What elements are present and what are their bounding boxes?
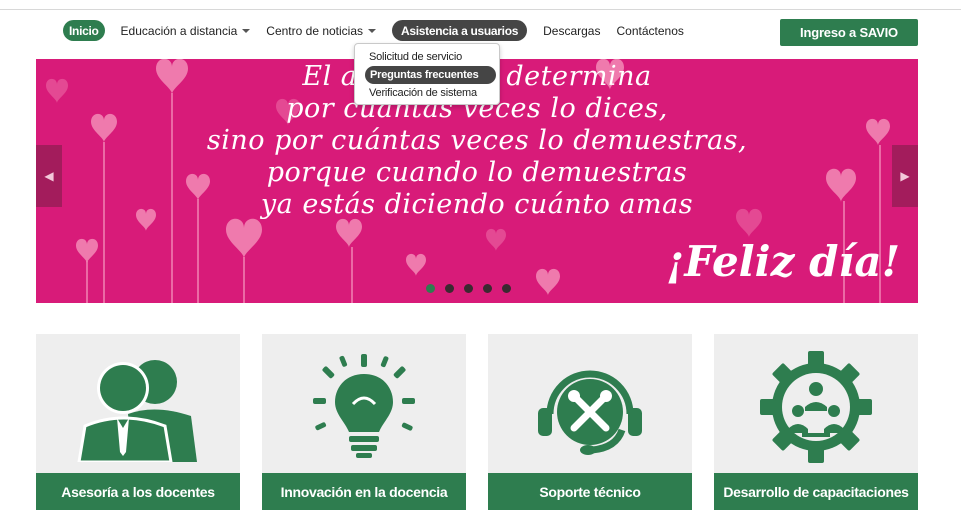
chevron-right-icon: ▶ — [900, 169, 910, 183]
teachers-icon — [36, 344, 240, 469]
training-gear-icon — [714, 344, 918, 469]
carousel-next-button[interactable]: ▶ — [892, 145, 918, 207]
caret-down-icon — [242, 29, 251, 33]
banner-greeting: ¡Feliz día! — [666, 237, 901, 286]
nav-educacion[interactable]: Educación a distancia — [121, 20, 251, 41]
card-innovacion[interactable]: Innovación en la docencia — [262, 334, 466, 510]
chevron-left-icon: ◀ — [44, 169, 54, 183]
quote-line: porque cuando lo demuestras — [266, 157, 688, 188]
carousel-dot[interactable] — [502, 284, 511, 293]
dropdown-item-preguntas[interactable]: Preguntas frecuentes — [365, 66, 496, 84]
nav-inicio-label: Inicio — [69, 23, 99, 38]
nav-descargas[interactable]: Descargas — [543, 20, 600, 41]
nav-inicio[interactable]: Inicio — [63, 20, 105, 41]
card-label: Desarrollo de capacitaciones — [714, 473, 918, 510]
nav-noticias[interactable]: Centro de noticias — [266, 20, 377, 41]
card-capacitaciones[interactable]: Desarrollo de capacitaciones — [714, 334, 918, 510]
nav-educacion-label: Educación a distancia — [120, 23, 238, 38]
nav-noticias-label: Centro de noticias — [266, 23, 364, 38]
top-divider — [0, 9, 961, 10]
nav-descargas-label: Descargas — [543, 23, 601, 38]
main-nav: Inicio Educación a distancia Centro de n… — [63, 20, 700, 41]
carousel-dot[interactable] — [445, 284, 454, 293]
carousel-indicators — [426, 284, 521, 293]
card-soporte[interactable]: Soporte técnico — [488, 334, 692, 510]
dropdown-item-solicitud[interactable]: Solicitud de servicio — [355, 48, 499, 66]
savio-login-button[interactable]: Ingreso a SAVIO — [780, 19, 918, 46]
card-asesoria[interactable]: Asesoría a los docentes — [36, 334, 240, 510]
nav-asistencia[interactable]: Asistencia a usuarios — [392, 20, 528, 41]
carousel-prev-button[interactable]: ◀ — [36, 145, 62, 207]
lightbulb-icon — [262, 344, 466, 469]
nav-contactenos-label: Contáctenos — [616, 23, 684, 38]
caret-down-icon — [368, 29, 377, 33]
nav-contactenos[interactable]: Contáctenos — [616, 20, 683, 41]
quote-line: sino por cuántas veces lo demuestras, — [206, 125, 748, 156]
carousel-dot[interactable] — [464, 284, 473, 293]
card-label: Soporte técnico — [488, 473, 692, 510]
tools-headset-icon — [488, 344, 692, 469]
card-label: Innovación en la docencia — [262, 473, 466, 510]
nav-asistencia-label: Asistencia a usuarios — [401, 23, 519, 38]
carousel-dot[interactable] — [426, 284, 435, 293]
dropdown-item-verificacion[interactable]: Verificación de sistema — [355, 84, 499, 102]
asistencia-dropdown-menu: Solicitud de servicio Preguntas frecuent… — [354, 43, 500, 105]
card-label: Asesoría a los docentes — [36, 473, 240, 510]
quote-line: ya estás diciendo cuánto amas — [260, 189, 694, 220]
carousel-dot[interactable] — [483, 284, 492, 293]
